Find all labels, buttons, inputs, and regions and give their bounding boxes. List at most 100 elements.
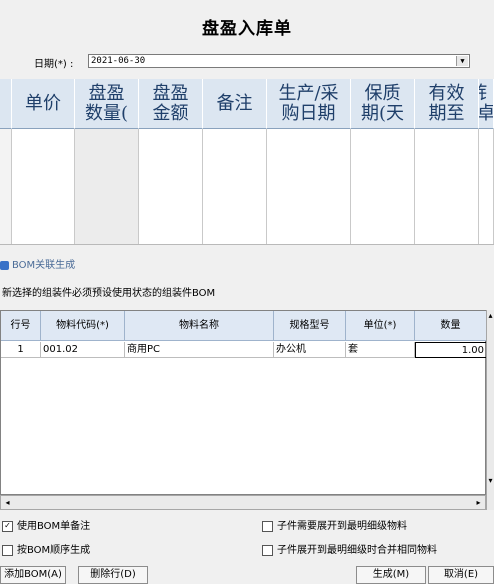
bom-col-spec[interactable]: 规格型号 (274, 311, 346, 341)
bom-cell-code[interactable]: 001.02 (41, 342, 125, 358)
bom-cell-name[interactable]: 商用PC (125, 342, 274, 358)
grid-cell[interactable] (479, 175, 494, 198)
use-bom-note-checkbox[interactable]: ✓ (2, 520, 13, 532)
bom-cell-unit[interactable]: 套 (346, 342, 415, 358)
merge-same-checkbox[interactable] (262, 544, 273, 556)
by-bom-order-option[interactable]: 按BOM顺序生成 (2, 541, 90, 556)
expand-finest-checkbox[interactable] (262, 520, 273, 532)
grid-cell[interactable] (415, 198, 479, 221)
scroll-down-icon[interactable]: ▾ (485, 475, 494, 486)
bom-table[interactable]: 行号 物料代码(*) 物料名称 规格型号 单位(*) 数量 1 001.02 商… (0, 310, 487, 495)
bom-section-header: BOM关联生成 (0, 256, 75, 271)
bom-cell-qty[interactable]: 1.00 (415, 342, 487, 358)
grid-cell[interactable] (203, 129, 267, 152)
grid-cell[interactable] (139, 221, 203, 244)
grid-cell[interactable] (479, 129, 494, 152)
grid-row[interactable] (0, 221, 494, 245)
grid-cell[interactable] (0, 221, 12, 244)
grid-cell[interactable] (203, 221, 267, 244)
expand-finest-option[interactable]: 子件需要展开到最明细级物料 (262, 517, 407, 532)
col-surplus-qty: 盘盈 数量( (75, 79, 139, 129)
date-value: 2021-06-30 (91, 56, 146, 66)
scroll-up-icon[interactable]: ▴ (485, 310, 494, 321)
grid-cell[interactable] (203, 152, 267, 175)
grid-cell[interactable] (479, 221, 494, 244)
grid-cell[interactable] (203, 175, 267, 198)
col-shelf-life: 保质 期(天 (351, 79, 415, 129)
date-field[interactable]: 2021-06-30 ▼ (88, 54, 470, 68)
grid-cell[interactable] (139, 175, 203, 198)
grid-cell[interactable] (415, 221, 479, 244)
grid-cell[interactable] (12, 129, 75, 152)
grid-row[interactable] (0, 152, 494, 176)
grid-cell[interactable] (12, 198, 75, 221)
delete-row-button[interactable]: 删除行(D) (78, 566, 148, 584)
grid-cell[interactable] (75, 129, 139, 152)
grid-cell[interactable] (0, 198, 12, 221)
bom-cell-spec[interactable]: 办公机 (274, 342, 346, 358)
grid-cell[interactable] (267, 198, 351, 221)
grid-cell[interactable] (267, 175, 351, 198)
bom-col-qty[interactable]: 数量 (415, 311, 487, 341)
bom-icon (0, 260, 9, 270)
col-expiry: 有效 期至 (415, 79, 479, 129)
add-bom-button[interactable]: 添加BOM(A) (0, 566, 66, 584)
grid-cell[interactable] (75, 175, 139, 198)
by-bom-order-label: 按BOM顺序生成 (17, 545, 91, 556)
cancel-button[interactable]: 取消(E) (428, 566, 494, 584)
grid-cell[interactable] (75, 198, 139, 221)
grid-cell[interactable] (0, 129, 12, 152)
grid-cell[interactable] (267, 152, 351, 175)
grid-cell[interactable] (351, 129, 415, 152)
bom-vertical-scrollbar[interactable]: ▴ ▾ (486, 310, 494, 510)
grid-cell[interactable] (479, 198, 494, 221)
grid-cell[interactable] (415, 175, 479, 198)
generate-button[interactable]: 生成(M) (356, 566, 426, 584)
date-label: 日期(*) : (34, 59, 74, 70)
grid-cell[interactable] (75, 221, 139, 244)
use-bom-note-label: 使用BOM单备注 (17, 521, 91, 532)
grid-cell[interactable] (12, 175, 75, 198)
expand-finest-label: 子件需要展开到最明细级物料 (277, 521, 407, 532)
grid-cell[interactable] (351, 221, 415, 244)
merge-same-label: 子件展开到最明细级时合并相同物料 (277, 545, 437, 556)
grid-cell[interactable] (12, 221, 75, 244)
use-bom-note-option[interactable]: ✓ 使用BOM单备注 (2, 517, 90, 532)
grid-cell[interactable] (351, 175, 415, 198)
grid-cell[interactable] (267, 129, 351, 152)
col-truncated: 钅 卓 (479, 79, 494, 129)
scroll-right-icon[interactable]: ▸ (473, 497, 484, 508)
bom-cell-line[interactable]: 1 (1, 342, 41, 358)
bom-col-line[interactable]: 行号 (1, 311, 41, 341)
bom-col-name[interactable]: 物料名称 (125, 311, 274, 341)
col-surplus-amount: 盘盈 金额 (139, 79, 203, 129)
grid-cell[interactable] (479, 152, 494, 175)
grid-cell[interactable] (203, 198, 267, 221)
bom-col-unit[interactable]: 单位(*) (346, 311, 415, 341)
grid-row[interactable] (0, 198, 494, 222)
bom-horizontal-scrollbar[interactable]: ◂ ▸ (0, 495, 486, 510)
grid-cell[interactable] (0, 175, 12, 198)
bom-hint: 新选择的组装件必须预设使用状态的组装件BOM (2, 288, 216, 299)
grid-cell[interactable] (139, 129, 203, 152)
by-bom-order-checkbox[interactable] (2, 544, 13, 556)
grid-cell[interactable] (12, 152, 75, 175)
grid-row-indicator (0, 79, 12, 129)
col-note: 备注 (203, 79, 267, 129)
grid-row[interactable] (0, 129, 494, 153)
bom-col-code[interactable]: 物料代码(*) (41, 311, 125, 341)
entry-grid-body[interactable] (0, 129, 494, 245)
grid-cell[interactable] (415, 152, 479, 175)
grid-cell[interactable] (0, 152, 12, 175)
merge-same-option[interactable]: 子件展开到最明细级时合并相同物料 (262, 541, 437, 556)
scroll-left-icon[interactable]: ◂ (2, 497, 13, 508)
grid-cell[interactable] (75, 152, 139, 175)
grid-cell[interactable] (139, 152, 203, 175)
grid-cell[interactable] (415, 129, 479, 152)
grid-cell[interactable] (351, 198, 415, 221)
grid-cell[interactable] (351, 152, 415, 175)
dropdown-arrow-icon[interactable]: ▼ (456, 56, 468, 66)
grid-cell[interactable] (267, 221, 351, 244)
grid-row[interactable] (0, 175, 494, 199)
grid-cell[interactable] (139, 198, 203, 221)
